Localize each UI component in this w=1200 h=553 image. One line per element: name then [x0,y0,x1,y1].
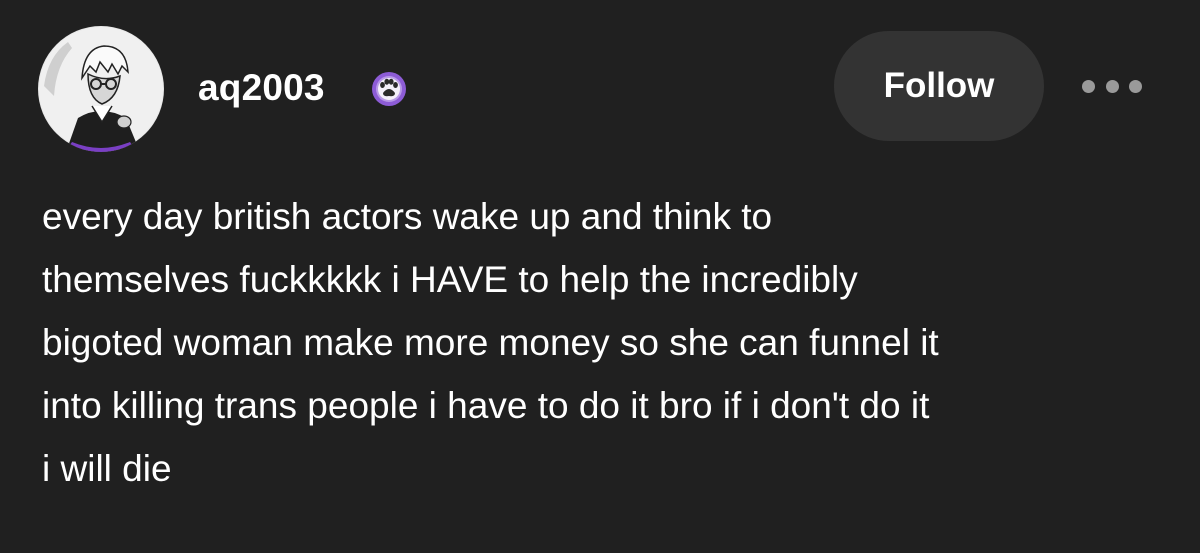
follow-button[interactable]: Follow [834,31,1044,141]
paw-badge-icon[interactable] [370,70,408,108]
avatar[interactable] [38,26,164,152]
username[interactable]: aq2003 [198,66,325,110]
more-dot [1105,79,1119,93]
more-dots-icon[interactable] [1082,72,1142,100]
post-body-text: every day british actors wake up and thi… [42,196,939,489]
more-dot [1129,79,1142,93]
avatar-illustration-icon [38,26,164,152]
more-dot [1082,79,1095,93]
post-card: aq2003 Follow every day british actors w… [0,0,1200,553]
